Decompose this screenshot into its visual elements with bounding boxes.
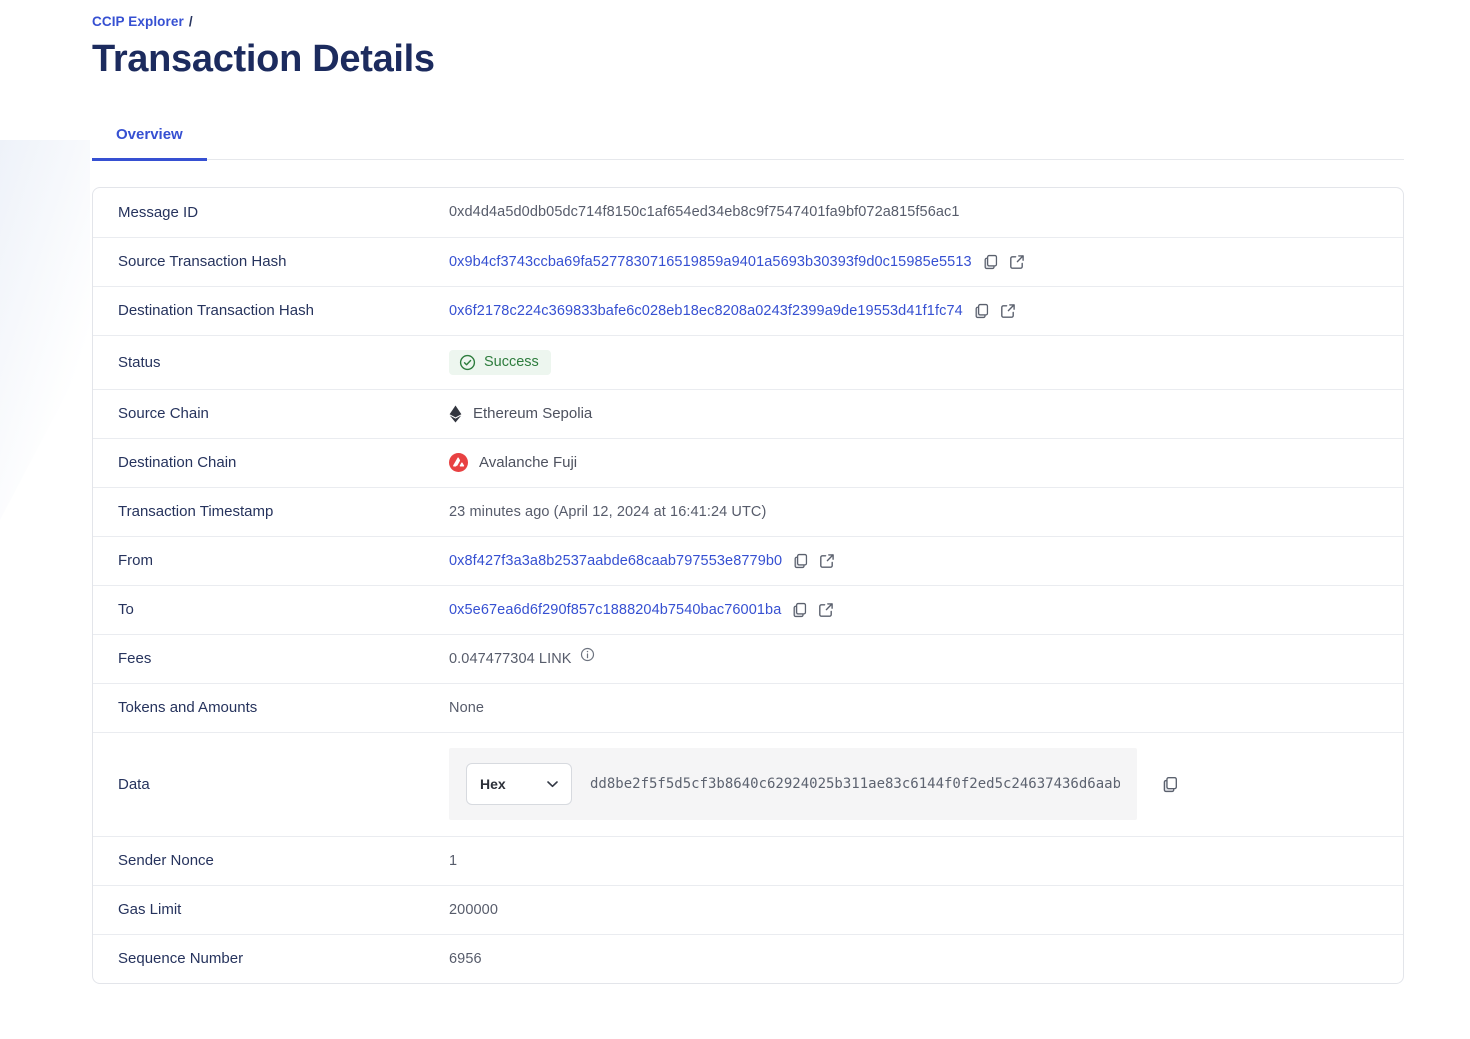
info-icon[interactable] bbox=[580, 647, 595, 662]
row-label: Transaction Timestamp bbox=[118, 503, 449, 520]
row-label: Data bbox=[118, 776, 449, 793]
row-label: Source Chain bbox=[118, 405, 449, 422]
table-row-to: To 0x5e67ea6d6f290f857c1888204b7540bac76… bbox=[93, 585, 1403, 634]
row-label: Destination Transaction Hash bbox=[118, 302, 449, 319]
sender-nonce-value: 1 bbox=[449, 853, 457, 869]
destination-tx-hash-link[interactable]: 0x6f2178c224c369833bafe6c028eb18ec8208a0… bbox=[449, 303, 963, 319]
copy-icon[interactable] bbox=[792, 552, 809, 569]
sequence-number-value: 6956 bbox=[449, 951, 482, 967]
table-row-status: Status Success bbox=[93, 335, 1403, 389]
data-hex-container: Hex dd8be2f5f5d5cf3b8640c62924025b311ae8… bbox=[449, 748, 1137, 820]
row-label: Destination Chain bbox=[118, 454, 449, 471]
source-chain-value: Ethereum Sepolia bbox=[449, 405, 592, 423]
table-row-from: From 0x8f427f3a3a8b2537aabde68caab797553… bbox=[93, 536, 1403, 585]
breadcrumb-separator: / bbox=[189, 14, 193, 29]
data-hex-value: dd8be2f5f5d5cf3b8640c62924025b311ae83c61… bbox=[590, 776, 1120, 792]
breadcrumb: CCIP Explorer / bbox=[92, 14, 1404, 29]
row-label: Message ID bbox=[118, 204, 449, 221]
data-format-select-value: Hex bbox=[480, 776, 506, 792]
row-label: Source Transaction Hash bbox=[118, 253, 449, 270]
avalanche-icon bbox=[449, 453, 468, 472]
table-row-gas-limit: Gas Limit 200000 bbox=[93, 885, 1403, 934]
to-address-link[interactable]: 0x5e67ea6d6f290f857c1888204b7540bac76001… bbox=[449, 602, 781, 618]
tab-bar: Overview bbox=[92, 126, 1404, 160]
table-row-destination-tx-hash: Destination Transaction Hash 0x6f2178c22… bbox=[93, 286, 1403, 335]
table-row-sequence-number: Sequence Number 6956 bbox=[93, 934, 1403, 983]
table-row-source-tx-hash: Source Transaction Hash 0x9b4cf3743ccba6… bbox=[93, 237, 1403, 286]
copy-icon[interactable] bbox=[973, 302, 990, 319]
tokens-value: None bbox=[449, 700, 484, 716]
fees-value: 0.047477304 LINK bbox=[449, 651, 572, 667]
gas-limit-value: 200000 bbox=[449, 902, 498, 918]
destination-chain-value: Avalanche Fuji bbox=[449, 453, 577, 472]
status-badge-text: Success bbox=[484, 354, 539, 370]
tab-overview[interactable]: Overview bbox=[92, 126, 207, 161]
main-content: CCIP Explorer / Transaction Details Overv… bbox=[0, 0, 1470, 984]
destination-chain-name: Avalanche Fuji bbox=[479, 454, 577, 471]
external-link-icon[interactable] bbox=[1009, 254, 1025, 270]
status-badge: Success bbox=[449, 350, 551, 375]
timestamp-value: 23 minutes ago (April 12, 2024 at 16:41:… bbox=[449, 504, 766, 520]
from-address-link[interactable]: 0x8f427f3a3a8b2537aabde68caab797553e8779… bbox=[449, 553, 782, 569]
source-chain-name: Ethereum Sepolia bbox=[473, 405, 592, 422]
message-id-value: 0xd4d4a5d0db05dc714f8150c1af654ed34eb8c9… bbox=[449, 204, 960, 220]
row-label: From bbox=[118, 552, 449, 569]
copy-icon[interactable] bbox=[791, 601, 808, 618]
row-label: Status bbox=[118, 354, 449, 371]
row-label: Tokens and Amounts bbox=[118, 699, 449, 716]
table-row-tokens-and-amounts: Tokens and Amounts None bbox=[93, 683, 1403, 732]
external-link-icon[interactable] bbox=[819, 553, 835, 569]
external-link-icon[interactable] bbox=[1000, 303, 1016, 319]
copy-icon[interactable] bbox=[1161, 775, 1179, 793]
table-row-sender-nonce: Sender Nonce 1 bbox=[93, 836, 1403, 885]
external-link-icon[interactable] bbox=[818, 602, 834, 618]
row-label: Sequence Number bbox=[118, 950, 449, 967]
table-row-transaction-timestamp: Transaction Timestamp 23 minutes ago (Ap… bbox=[93, 487, 1403, 536]
table-row-destination-chain: Destination Chain Avalanche Fuji bbox=[93, 438, 1403, 487]
check-circle-icon bbox=[459, 354, 476, 371]
copy-icon[interactable] bbox=[982, 253, 999, 270]
table-row-data: Data Hex dd8be2f5f5d5cf3b8640c62924025b3… bbox=[93, 732, 1403, 836]
page-title: Transaction Details bbox=[92, 38, 1404, 82]
table-row-fees: Fees 0.047477304 LINK bbox=[93, 634, 1403, 683]
ethereum-icon bbox=[449, 405, 462, 423]
row-label: Fees bbox=[118, 650, 449, 667]
chevron-down-icon bbox=[547, 781, 558, 788]
table-row-message-id: Message ID 0xd4d4a5d0db05dc714f8150c1af6… bbox=[93, 188, 1403, 237]
transaction-details-table: Message ID 0xd4d4a5d0db05dc714f8150c1af6… bbox=[92, 187, 1404, 984]
table-row-source-chain: Source Chain Ethereum Sepolia bbox=[93, 389, 1403, 438]
row-label: Sender Nonce bbox=[118, 852, 449, 869]
source-tx-hash-link[interactable]: 0x9b4cf3743ccba69fa5277830716519859a9401… bbox=[449, 254, 972, 270]
row-label: To bbox=[118, 601, 449, 618]
breadcrumb-ccip-explorer-link[interactable]: CCIP Explorer bbox=[92, 14, 184, 29]
data-format-select[interactable]: Hex bbox=[466, 763, 572, 805]
row-label: Gas Limit bbox=[118, 901, 449, 918]
